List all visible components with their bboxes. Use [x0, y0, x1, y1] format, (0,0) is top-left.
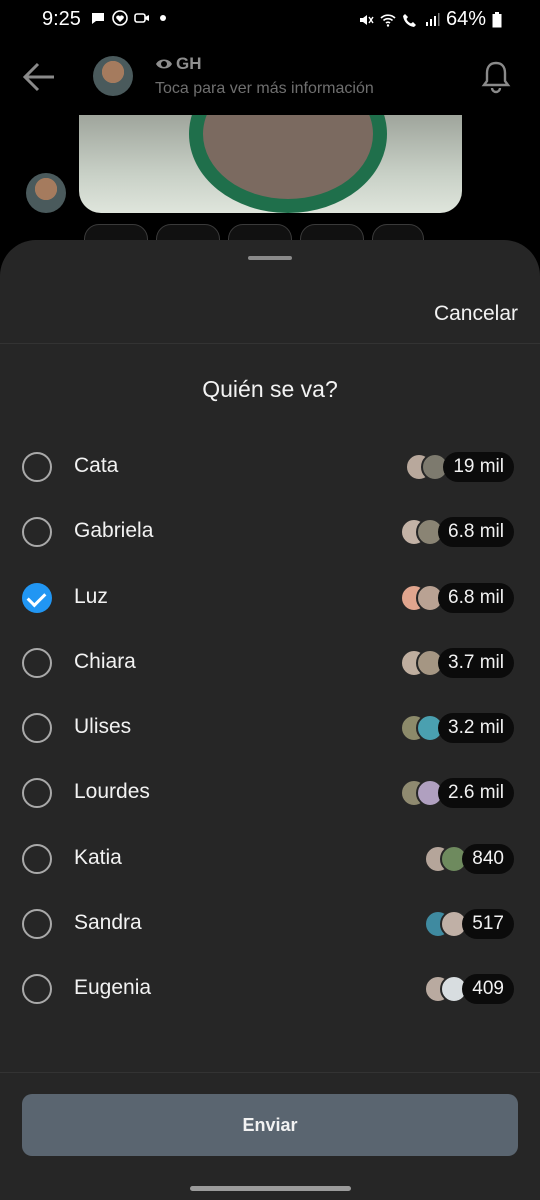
vote-count: 19 mil: [443, 452, 514, 482]
poll-options: Cata 19 mil Gabriela 6.8 mil Luz 6.8 mil: [0, 436, 540, 1024]
wifi-icon: [380, 13, 396, 27]
poll-option[interactable]: Chiara 3.7 mil: [0, 632, 540, 697]
option-label: Cata: [74, 454, 119, 477]
option-label: Katia: [74, 845, 122, 869]
home-indicator[interactable]: [190, 1186, 351, 1191]
vote-count: 3.2 mil: [438, 713, 514, 744]
radio-button[interactable]: [22, 778, 52, 809]
vote-summary: 409: [424, 974, 514, 1005]
mute-icon: [359, 14, 374, 25]
drag-handle[interactable]: [248, 256, 292, 260]
message-image[interactable]: [79, 115, 462, 213]
poll-option[interactable]: Sandra 517: [0, 893, 540, 958]
more-notifications-icon: [160, 15, 166, 21]
vote-count: 6.8 mil: [438, 517, 514, 548]
bell-icon[interactable]: [480, 60, 512, 94]
option-label: Ulises: [74, 715, 132, 739]
divider: [0, 343, 540, 344]
vote-count: 840: [462, 843, 514, 874]
status-bar: 9:25 64%: [0, 0, 540, 40]
option-label: Eugenia: [74, 976, 152, 1000]
status-time: 9:25: [42, 8, 81, 30]
vote-summary: 6.8 mil: [400, 517, 514, 548]
radio-button[interactable]: [22, 974, 52, 1005]
call-icon: [402, 13, 416, 27]
poll-sheet: Cancelar Quién se va? Cata 19 mil Gabrie…: [0, 240, 540, 1200]
vote-count: 3.7 mil: [438, 647, 514, 678]
eye-icon: [156, 59, 172, 69]
vote-count: 409: [462, 974, 514, 1005]
radio-button[interactable]: [22, 647, 52, 678]
vote-summary: 840: [424, 843, 514, 874]
vote-count: 2.6 mil: [438, 778, 514, 809]
radio-button-checked[interactable]: [22, 582, 52, 613]
cancel-button[interactable]: Cancelar: [434, 302, 518, 326]
vote-summary: 3.2 mil: [400, 713, 514, 744]
option-label: Sandra: [74, 911, 142, 935]
channel-title[interactable]: GH: [155, 54, 202, 74]
battery-percent: 64%: [445, 8, 486, 30]
vote-count: 6.8 mil: [438, 582, 514, 613]
option-label: Gabriela: [74, 519, 154, 543]
chat-header[interactable]: GH Toca para ver más información: [0, 40, 540, 115]
vote-count: 517: [462, 909, 514, 940]
radio-button[interactable]: [22, 517, 52, 548]
vote-summary: 2.6 mil: [400, 778, 514, 809]
option-label: Luz: [74, 584, 108, 608]
poll-option[interactable]: Cata 19 mil: [0, 436, 540, 501]
vote-summary: 19 mil: [405, 452, 514, 482]
channel-name: GH: [176, 54, 202, 73]
divider: [0, 1072, 540, 1073]
poll-option[interactable]: Eugenia 409: [0, 958, 540, 1023]
channel-subtitle[interactable]: Toca para ver más información: [155, 80, 374, 98]
poll-option[interactable]: Katia 840: [0, 828, 540, 893]
video-icon: [134, 13, 149, 23]
vote-summary: 3.7 mil: [400, 647, 514, 678]
radio-button[interactable]: [22, 452, 52, 482]
system-icons: 64%: [358, 8, 502, 31]
sender-avatar[interactable]: [26, 173, 66, 213]
heart-icon: [112, 10, 128, 26]
option-label: Chiara: [74, 649, 136, 673]
chat-bubble-icon: [92, 13, 104, 24]
vote-summary: 517: [424, 909, 514, 940]
back-arrow-icon[interactable]: [20, 58, 58, 96]
option-label: Lourdes: [74, 780, 150, 804]
poll-option[interactable]: Ulises 3.2 mil: [0, 697, 540, 762]
notification-icons: [90, 10, 166, 26]
radio-button[interactable]: [22, 713, 52, 744]
signal-icon: [425, 12, 440, 26]
vote-summary: 6.8 mil: [400, 582, 514, 613]
submit-button[interactable]: Enviar: [22, 1094, 518, 1156]
poll-option[interactable]: Luz 6.8 mil: [0, 567, 540, 632]
poll-option[interactable]: Gabriela 6.8 mil: [0, 501, 540, 566]
poll-question: Quién se va?: [202, 376, 338, 402]
battery-icon: [492, 11, 502, 27]
poll-option[interactable]: Lourdes 2.6 mil: [0, 762, 540, 827]
radio-button[interactable]: [22, 909, 52, 940]
channel-avatar[interactable]: [93, 56, 133, 96]
radio-button[interactable]: [22, 843, 52, 874]
